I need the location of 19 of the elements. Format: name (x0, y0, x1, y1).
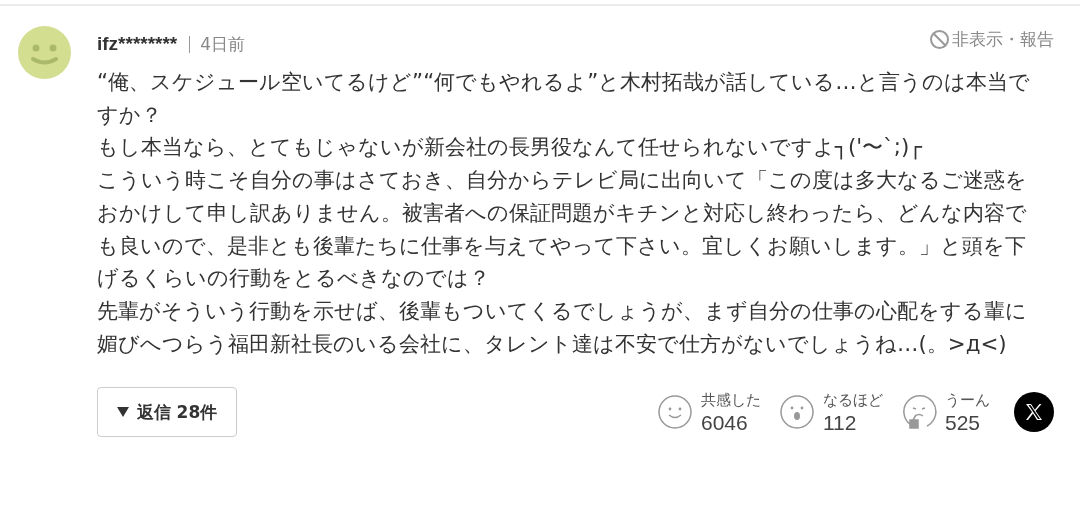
face-icon (901, 394, 937, 431)
prohibited-icon (929, 28, 950, 50)
replies-button[interactable]: 返信 28件 (97, 387, 237, 438)
reaction-button[interactable]: うーん 525 (901, 389, 990, 435)
avatar-icon (18, 26, 71, 79)
reaction-button[interactable]: なるほど 112 (779, 389, 883, 435)
comment-text: もし本当なら、とてもじゃないが新会社の長男役なんて任せられないですよ┐('〜`;)┌ (97, 133, 924, 162)
hide-report-button[interactable]: 非表示・報告 (929, 27, 1054, 51)
comment-text: こういう時こそ自分の事はさておき、自分からテレビ局に出向いて「この度は多大なるご迷惑をおかけして申し訳ありません。被害者への保証問題がキチンと対応し終わったら、どんな内容でも良いので、是非とも後輩たちに仕事を与えてやって下さい。宜しくお願いします。」と頭を下げるくらいの行動をとるべきなのでは？ (97, 166, 1028, 293)
post-time: 4日前 (200, 32, 246, 56)
x-logo-icon (1025, 403, 1043, 422)
comment-text: “俺、スケジュール空いてるけど”“何でもやれるよ”と木村拓哉が話している…と言うのは本当ですか？ (97, 68, 1031, 129)
face-icon (779, 394, 815, 431)
username[interactable]: ifz******** (97, 33, 178, 55)
face-icon (657, 394, 693, 431)
reaction-button[interactable]: 共感した 6046 (657, 389, 761, 435)
share-x-button[interactable] (1014, 392, 1054, 433)
comment-text: 先輩がそういう行動を示せば、後輩もついてくるでしょうが、まず自分の仕事の心配をする輩に媚びへつらう福田新社長のいる会社に、タレント達は不安で仕方がないでしょうね…(。>д<) (97, 296, 1028, 358)
caret-icon (116, 407, 129, 418)
